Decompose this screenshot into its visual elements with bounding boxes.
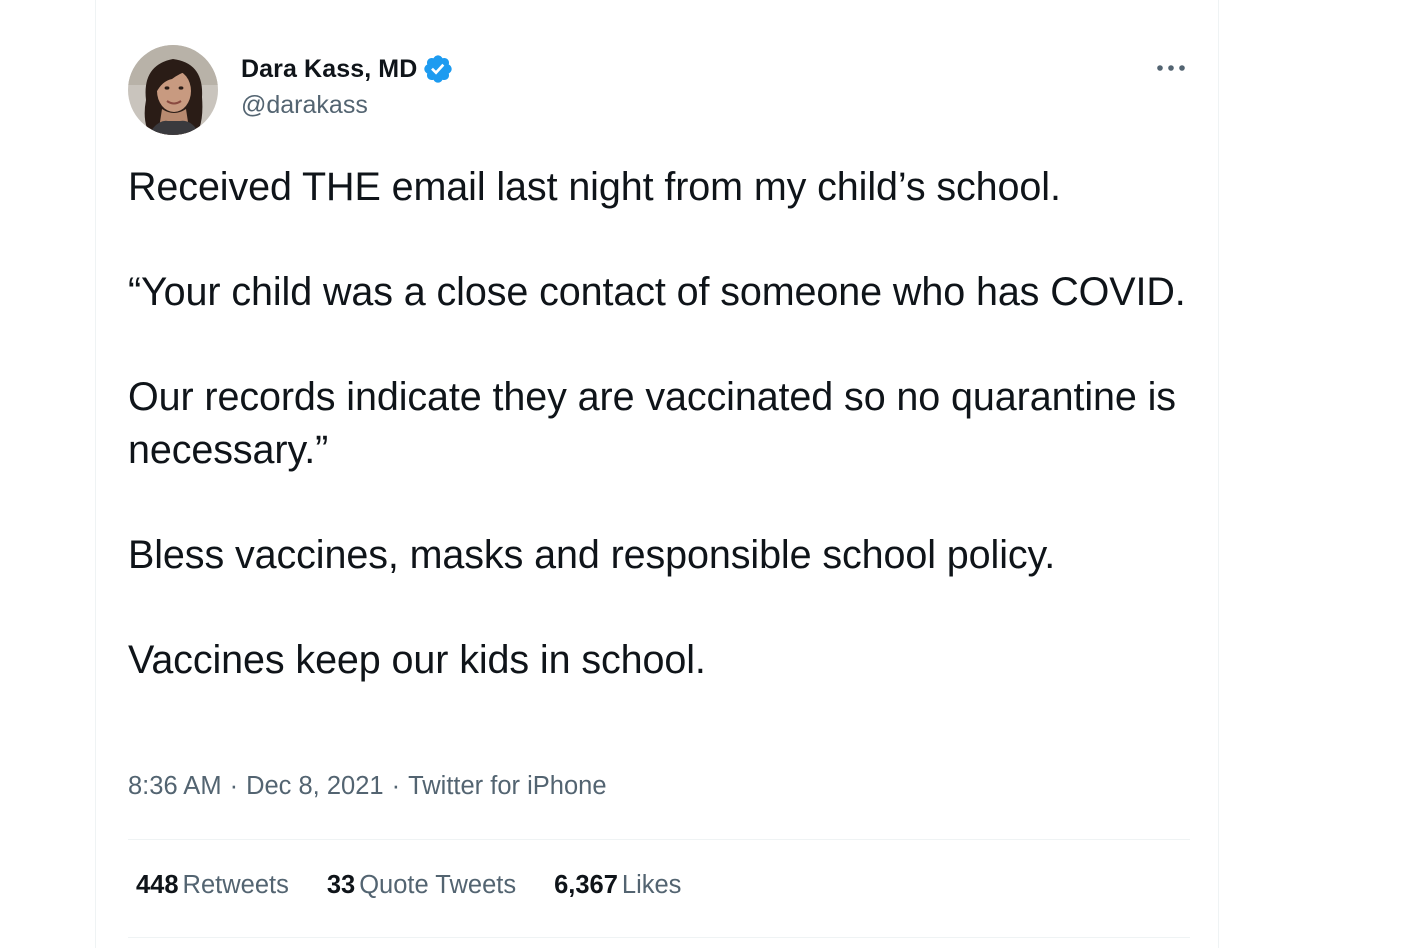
author-handle[interactable]: @darakass xyxy=(241,91,368,120)
tweet-date[interactable]: Dec 8, 2021 xyxy=(246,772,384,800)
meta-separator: · xyxy=(229,772,239,800)
tweet-text: Received THE email last night from my ch… xyxy=(128,165,1186,682)
quote-tweets-stat[interactable]: 33 Quote Tweets xyxy=(327,871,516,900)
divider xyxy=(128,839,1190,840)
likes-label: Likes xyxy=(621,871,682,899)
retweets-count: 448 xyxy=(136,871,179,899)
author-display-name[interactable]: Dara Kass, MD xyxy=(241,55,417,84)
retweets-stat[interactable]: 448 Retweets xyxy=(136,871,289,900)
retweets-label: Retweets xyxy=(182,871,289,899)
tweet-card: Dara Kass, MD @darakass Received THE ema… xyxy=(95,0,1219,948)
tweet-time[interactable]: 8:36 AM xyxy=(128,772,222,800)
divider xyxy=(128,937,1190,938)
avatar[interactable] xyxy=(128,45,218,135)
author-name-row: Dara Kass, MD xyxy=(241,53,454,85)
quote-tweets-count: 33 xyxy=(326,871,356,899)
more-options-button[interactable] xyxy=(1151,50,1191,86)
verified-badge-icon xyxy=(422,53,454,85)
tweet-metadata: 8:36 AM · Dec 8, 2021 · Twitter for iPhone xyxy=(128,772,607,801)
likes-stat[interactable]: 6,367 Likes xyxy=(554,871,681,900)
avatar-image xyxy=(128,45,218,135)
tweet-source[interactable]: Twitter for iPhone xyxy=(408,772,606,800)
quote-tweets-label: Quote Tweets xyxy=(359,871,517,899)
more-horizontal-icon xyxy=(1157,65,1185,71)
meta-separator: · xyxy=(391,772,401,800)
tweet-stats: 448 Retweets 33 Quote Tweets 6,367 Likes xyxy=(136,871,719,900)
likes-count: 6,367 xyxy=(554,871,618,899)
